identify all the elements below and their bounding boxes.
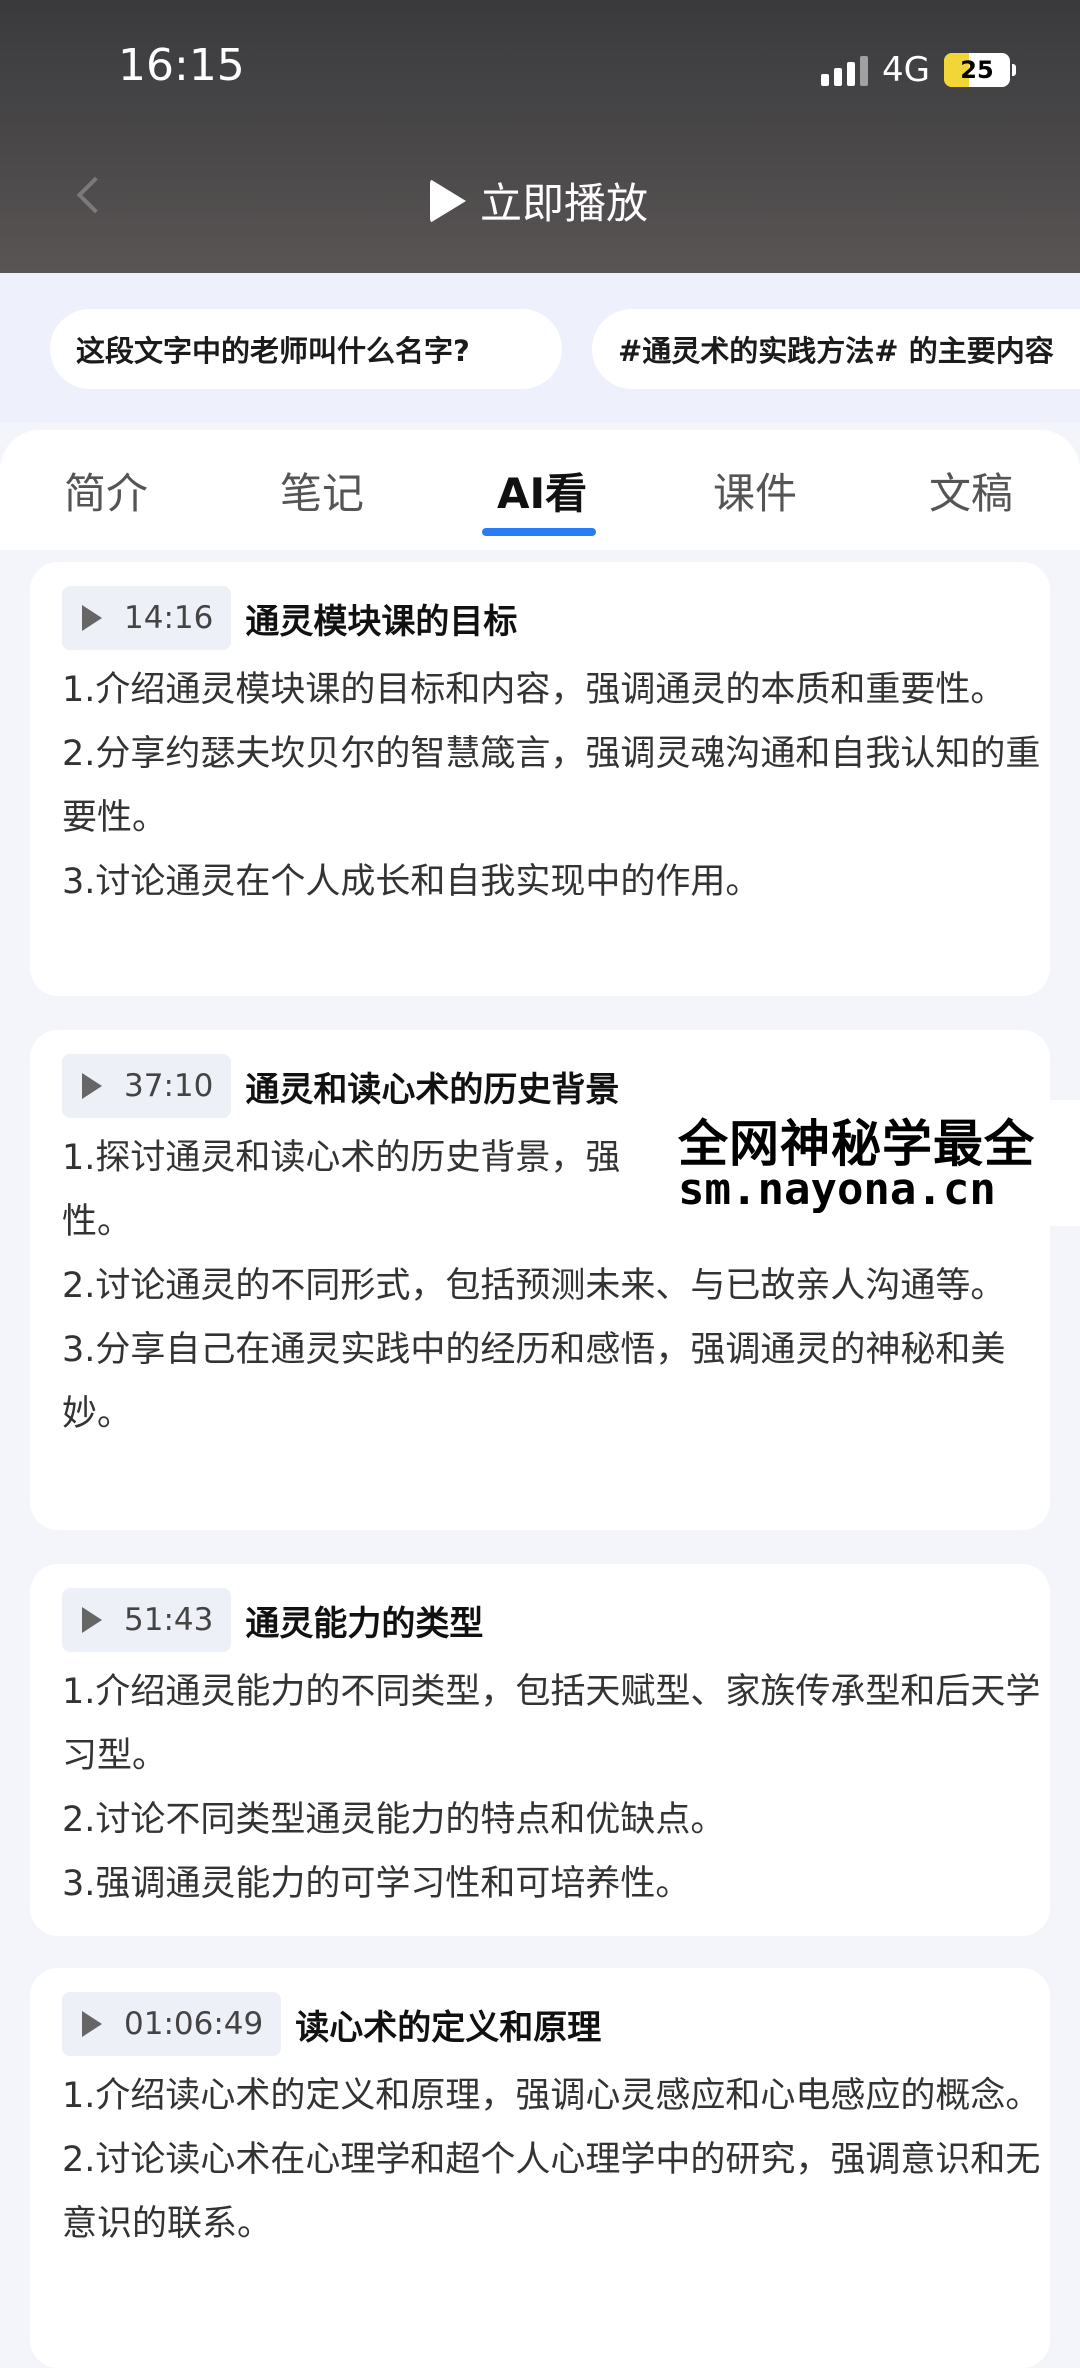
- point-item: 2.讨论不同类型通灵能力的特点和优缺点。: [62, 1800, 726, 1840]
- section-points: 1.介绍读心术的定义和原理，强调心灵感应和心电感应的概念。 2.讨论读心术在心理…: [62, 2064, 1042, 2256]
- timestamp-button[interactable]: 37:10: [62, 1054, 232, 1118]
- timestamp: 37:10: [124, 1068, 214, 1104]
- section-points: 1.介绍通灵模块课的目标和内容，强调通灵的本质和重要性。 2.分享约瑟夫坎贝尔的…: [62, 658, 1042, 914]
- play-icon: [82, 1607, 102, 1633]
- play-now-button[interactable]: 立即播放: [430, 170, 648, 231]
- timestamp: 51:43: [124, 1602, 214, 1638]
- status-indicators: 4G 25: [821, 48, 1016, 92]
- timestamp-button[interactable]: 01:06:49: [62, 1992, 282, 2056]
- back-arrow-icon[interactable]: [76, 176, 114, 214]
- point-item: 2.讨论通灵的不同形式，包括预测未来、与已故亲人沟通等。: [62, 1266, 1006, 1306]
- play-icon: [430, 178, 466, 223]
- timestamp-button[interactable]: 51:43: [62, 1588, 232, 1652]
- point-item: 2.分享约瑟夫坎贝尔的智慧箴言，强调灵魂沟通和自我认知的重要性。: [62, 734, 1041, 838]
- point-item: 3.讨论通灵在个人成长和自我实现中的作用。: [62, 862, 761, 902]
- suggestion-chip[interactable]: #通灵术的实践方法# 的主要内容: [592, 309, 1080, 389]
- summary-card: 51:43 通灵能力的类型 1.介绍通灵能力的不同类型，包括天赋型、家族传承型和…: [30, 1564, 1050, 1936]
- signal-icon: [821, 54, 869, 86]
- section-title: 通灵和读心术的历史背景: [245, 1069, 620, 1110]
- active-tab-indicator: [482, 528, 596, 536]
- play-icon: [82, 605, 102, 631]
- timestamp: 14:16: [124, 600, 214, 636]
- suggestion-chip[interactable]: 这段文字中的老师叫什么名字?: [50, 309, 562, 389]
- point-item: 3.强调通灵能力的可学习性和可培养性。: [62, 1864, 691, 1904]
- play-now-label: 立即播放: [480, 179, 649, 228]
- tab-notes[interactable]: 笔记: [280, 460, 364, 521]
- battery-level: 25: [960, 56, 994, 84]
- point-item: 2.讨论读心术在心理学和超个人心理学中的研究，强调意识和无意识的联系。: [62, 2140, 1041, 2244]
- tab-ai-view[interactable]: AI看: [497, 460, 587, 521]
- tab-courseware[interactable]: 课件: [713, 460, 797, 521]
- point-item: 1.介绍通灵能力的不同类型，包括天赋型、家族传承型和后天学习型。: [62, 1672, 1041, 1776]
- timestamp-button[interactable]: 14:16: [62, 586, 232, 650]
- summary-card: 01:06:49 读心术的定义和原理 1.介绍读心术的定义和原理，强调心灵感应和…: [30, 1968, 1050, 2368]
- watermark-url: sm.nayona.cn: [678, 1164, 996, 1215]
- status-time: 16:15: [118, 40, 245, 91]
- point-item: 1.介绍读心术的定义和原理，强调心灵感应和心电感应的概念。: [62, 2076, 1041, 2116]
- summary-card: 14:16 通灵模块课的目标 1.介绍通灵模块课的目标和内容，强调通灵的本质和重…: [30, 562, 1050, 996]
- point-item: 1.介绍通灵模块课的目标和内容，强调通灵的本质和重要性。: [62, 670, 1006, 710]
- network-type: 4G: [882, 50, 930, 90]
- suggestion-bar: 这段文字中的老师叫什么名字? #通灵术的实践方法# 的主要内容: [0, 273, 1080, 423]
- tab-transcript[interactable]: 文稿: [929, 460, 1013, 521]
- section-title: 通灵能力的类型: [245, 1603, 484, 1644]
- timestamp: 01:06:49: [124, 2006, 264, 2042]
- section-points: 1.介绍通灵能力的不同类型，包括天赋型、家族传承型和后天学习型。 2.讨论不同类…: [62, 1660, 1042, 1916]
- tab-intro[interactable]: 简介: [64, 460, 148, 521]
- video-header: 16:15 4G 25 立即播放: [0, 0, 1080, 273]
- section-title: 通灵模块课的目标: [245, 601, 518, 642]
- battery-icon: 25: [944, 53, 1016, 87]
- point-item: 3.分享自己在通灵实践中的经历和感悟，强调通灵的神秘和美妙。: [62, 1330, 1006, 1434]
- watermark: 全网神秘学最全 sm.nayona.cn: [670, 1100, 1080, 1226]
- play-icon: [82, 1073, 102, 1099]
- play-icon: [82, 2011, 102, 2037]
- section-title: 读心术的定义和原理: [295, 2007, 602, 2048]
